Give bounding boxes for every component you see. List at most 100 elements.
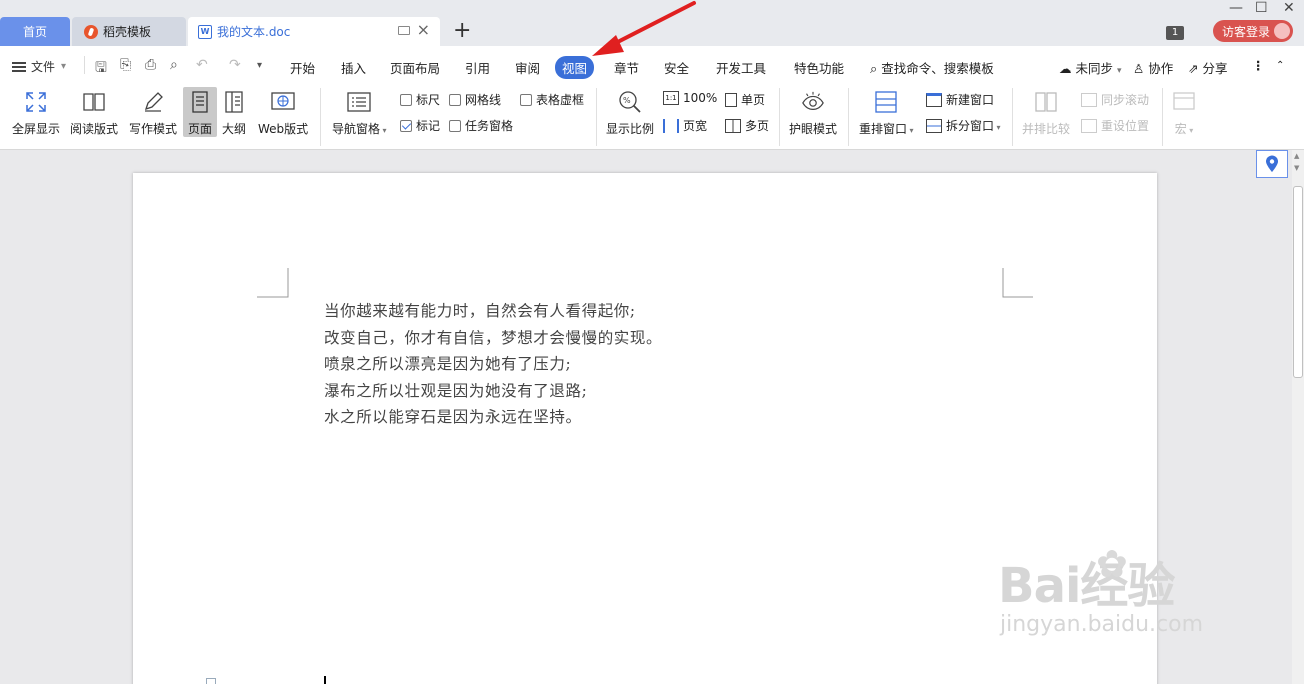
- reset-position-button[interactable]: 重设位置: [1081, 117, 1149, 134]
- new-tab-button[interactable]: +: [453, 19, 471, 43]
- page-width-button[interactable]: 页宽: [663, 117, 707, 134]
- scroll-up-icon[interactable]: ▼: [1294, 164, 1299, 172]
- search-command[interactable]: ⌕ 查找命令、搜索模板: [870, 58, 994, 77]
- document-line: 水之所以能穿石是因为永远在坚持。: [324, 408, 582, 426]
- menu-review[interactable]: 审阅: [515, 58, 540, 77]
- sync-button[interactable]: ☁ 未同步 ▾: [1059, 58, 1122, 77]
- format-painter-icon[interactable]: ⎘: [120, 57, 131, 73]
- web-layout-button[interactable]: Web版式: [258, 90, 308, 137]
- notification-badge[interactable]: 1: [1166, 26, 1184, 40]
- person-icon: ♙: [1133, 61, 1145, 76]
- split-window-button[interactable]: 拆分窗口 ▾: [926, 117, 1001, 134]
- sync-scroll-label: 同步滚动: [1101, 93, 1150, 107]
- single-page-button[interactable]: 单页: [725, 91, 765, 108]
- book-icon: [82, 90, 106, 114]
- task-pane-checkbox[interactable]: 任务窗格: [449, 117, 513, 134]
- split-window-label: 拆分窗口 ▾: [946, 119, 1001, 133]
- single-page-label: 单页: [741, 93, 766, 107]
- sync-scroll-button[interactable]: 同步滚动: [1081, 91, 1149, 108]
- location-pin-button[interactable]: [1256, 150, 1288, 178]
- divider: [1162, 88, 1163, 146]
- menu-insert[interactable]: 插入: [341, 58, 366, 77]
- checkbox-icon: [520, 93, 532, 106]
- ruler-checkbox[interactable]: 标尺: [400, 91, 440, 108]
- side-by-side-button[interactable]: 并排比较: [1022, 90, 1070, 137]
- pen-icon: [141, 90, 165, 114]
- tab-template[interactable]: 稻壳模板: [72, 17, 186, 46]
- menu-start[interactable]: 开始: [290, 58, 315, 77]
- nav-pane-button[interactable]: 导航窗格 ▾: [332, 90, 387, 137]
- checkbox-checked-icon: [400, 119, 412, 132]
- page-icon: [188, 90, 212, 114]
- more-options-icon[interactable]: ⋮: [1252, 58, 1265, 73]
- tab-document[interactable]: W 我的文本.doc ×: [188, 17, 440, 46]
- menu-features[interactable]: 特色功能: [794, 58, 844, 77]
- fullscreen-button[interactable]: 全屏显示: [12, 90, 60, 137]
- quick-access-more-icon[interactable]: ▾: [257, 60, 262, 71]
- document-line: 瀑布之所以壮观是因为她没有了退路;: [324, 381, 588, 400]
- write-mode-button[interactable]: 写作模式: [129, 90, 177, 137]
- rearrange-label: 重排窗口 ▾: [859, 122, 914, 136]
- avatar-icon: [1274, 23, 1290, 39]
- tab-document-label: 我的文本.doc: [217, 25, 291, 39]
- chevron-down-icon: ▾: [61, 61, 67, 72]
- minimize-icon[interactable]: —: [1229, 0, 1243, 16]
- menu-developer[interactable]: 开发工具: [716, 58, 766, 77]
- table-gridlines-checkbox[interactable]: 表格虚框: [520, 91, 584, 108]
- zoom-icon: %: [618, 90, 642, 114]
- web-icon: [271, 90, 295, 114]
- menu-page-layout[interactable]: 页面布局: [390, 58, 440, 77]
- print-icon[interactable]: ⎙: [145, 57, 156, 73]
- print-preview-icon[interactable]: ⌕: [170, 57, 178, 73]
- new-window-button[interactable]: 新建窗口: [926, 91, 994, 108]
- multi-page-button[interactable]: 多页: [725, 117, 769, 134]
- page-note-icon[interactable]: [206, 678, 216, 684]
- menu-references[interactable]: 引用: [465, 58, 490, 77]
- page-view-button[interactable]: 页面: [183, 87, 217, 137]
- document-line: 当你越来越有能力时，自然会有人看得起你;: [324, 302, 636, 320]
- new-window-icon: [926, 92, 942, 107]
- single-page-icon: [725, 92, 737, 107]
- eye-protection-button[interactable]: 护眼模式: [789, 90, 837, 137]
- tab-template-label: 稻壳模板: [103, 25, 152, 39]
- marks-checkbox[interactable]: 标记: [400, 117, 440, 134]
- divider: [1012, 88, 1013, 146]
- zoom-label: 显示比例: [606, 122, 655, 136]
- undo-icon[interactable]: ↶: [196, 57, 208, 73]
- zoom-100-button[interactable]: 1:1 100%: [663, 91, 717, 105]
- close-window-icon[interactable]: ✕: [1283, 0, 1295, 16]
- view-ribbon: 全屏显示 阅读版式 写作模式 页面 大纲 Web版式 导航窗格 ▾ 标尺 网格线…: [0, 84, 1304, 150]
- outline-label: 大纲: [222, 122, 247, 136]
- fullscreen-label: 全屏显示: [12, 122, 61, 136]
- collapse-ribbon-icon[interactable]: ⌃: [1276, 60, 1284, 71]
- share-button[interactable]: ⇗ 分享: [1188, 58, 1227, 77]
- zoom-button[interactable]: % 显示比例: [606, 90, 654, 137]
- multi-page-icon: [725, 118, 741, 133]
- side-by-side-label: 并排比较: [1022, 122, 1071, 136]
- scrollbar-thumb[interactable]: [1293, 186, 1303, 378]
- tab-home[interactable]: 首页: [0, 17, 70, 46]
- save-icon[interactable]: 🖫: [95, 57, 107, 81]
- outline-button[interactable]: 大纲: [222, 90, 246, 137]
- rearrange-windows-button[interactable]: 重排窗口 ▾: [859, 90, 914, 137]
- redo-icon[interactable]: ↷: [229, 57, 241, 73]
- close-tab-icon[interactable]: ×: [417, 22, 430, 38]
- write-mode-label: 写作模式: [129, 122, 178, 136]
- divider: [596, 88, 597, 146]
- macro-button[interactable]: 宏 ▾: [1172, 90, 1196, 137]
- divider: [320, 88, 321, 146]
- fullscreen-icon: [24, 90, 48, 114]
- file-menu[interactable]: 文件 ▾: [12, 58, 66, 75]
- visitor-login-button[interactable]: 访客登录: [1213, 20, 1293, 42]
- reset-position-icon: [1081, 118, 1097, 133]
- eye-icon: [801, 90, 825, 114]
- sync-scroll-icon: [1081, 92, 1097, 107]
- monitor-icon[interactable]: [398, 26, 410, 35]
- maximize-icon[interactable]: ☐: [1255, 0, 1268, 16]
- document-body[interactable]: 当你越来越有能力时，自然会有人看得起你; 改变自己，你才有自信，梦想才会慢慢的实…: [324, 298, 662, 431]
- read-mode-button[interactable]: 阅读版式: [70, 90, 118, 137]
- search-icon: ⌕: [870, 62, 878, 77]
- collaborate-button[interactable]: ♙ 协作: [1133, 58, 1173, 77]
- scroll-up-icon[interactable]: ▲: [1294, 152, 1299, 160]
- gridlines-checkbox[interactable]: 网格线: [449, 91, 501, 108]
